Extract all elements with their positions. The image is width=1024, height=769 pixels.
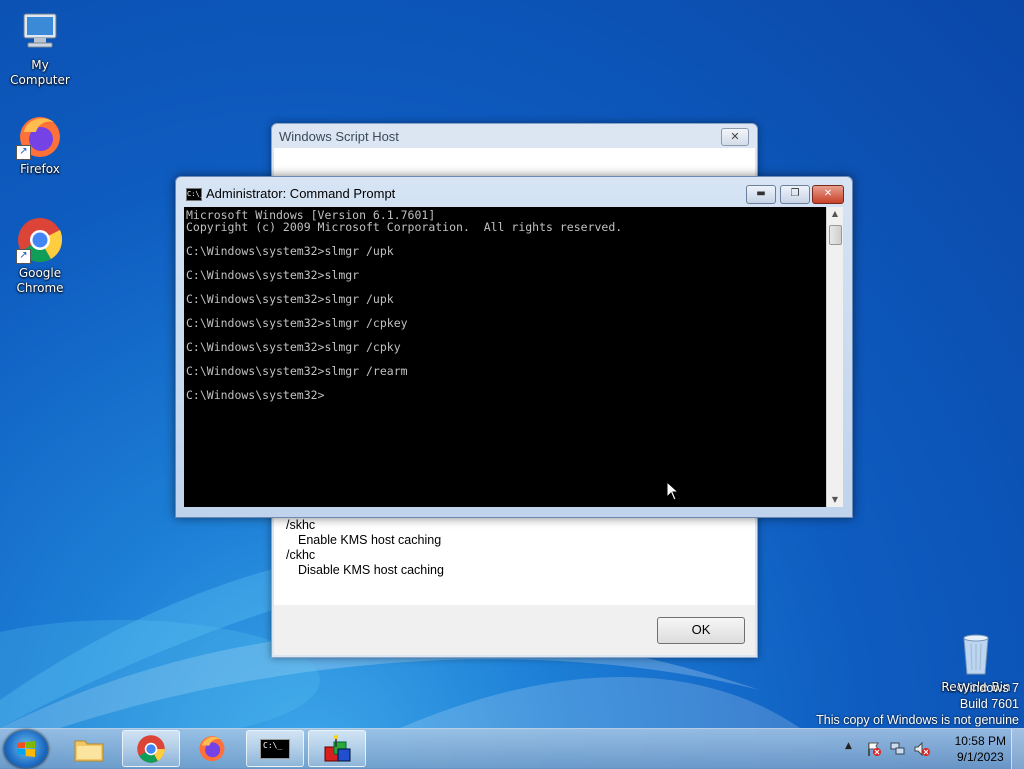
- taskbar-explorer-button[interactable]: [60, 730, 118, 767]
- clock-time: 10:58 PM: [954, 734, 1006, 748]
- desktop-icon-google-chrome[interactable]: ↗ Google Chrome: [0, 216, 80, 296]
- desktop-icon-my-computer[interactable]: My Computer: [0, 8, 80, 88]
- desktop-icon-firefox[interactable]: ↗ Firefox: [0, 112, 80, 177]
- folder-icon: [74, 740, 104, 762]
- cmd-icon: C:\_: [260, 739, 290, 759]
- desktop-icon-label: Firefox: [20, 162, 60, 176]
- dialog-footer: OK: [274, 605, 755, 655]
- watermark-line: Build 7601: [959, 697, 1019, 711]
- desktop-icon-label-line2: Chrome: [16, 281, 64, 295]
- shortcut-arrow-icon: ↗: [16, 145, 31, 160]
- scroll-up-arrow[interactable]: ▲: [827, 207, 843, 221]
- show-desktop-button[interactable]: [1011, 729, 1024, 769]
- shortcut-arrow-icon: ↗: [16, 249, 31, 264]
- close-button[interactable]: ✕: [812, 185, 844, 204]
- system-tray: ▲ 10:58 PM 9/1/2023: [824, 729, 1024, 769]
- clock-date: 9/1/2023: [956, 750, 1004, 764]
- scroll-down-arrow[interactable]: ▼: [827, 493, 843, 507]
- watermark-line: Windows 7: [957, 681, 1019, 695]
- firefox-icon: ↗: [16, 112, 64, 160]
- chrome-icon: [137, 735, 165, 763]
- console-scrollbar[interactable]: ▲ ▼: [826, 207, 843, 507]
- clock[interactable]: 10:58 PM 9/1/2023: [955, 733, 1006, 765]
- cmd-window-title: Administrator: Command Prompt: [206, 186, 396, 201]
- mouse-cursor-icon: [666, 481, 680, 501]
- command-prompt-window[interactable]: C:\_ Administrator: Command Prompt ▬ ❐ ✕…: [175, 176, 853, 518]
- desktop-icon-label-line1: Google: [18, 266, 62, 280]
- minimize-button[interactable]: ▬: [746, 185, 776, 204]
- script-host-icon: [324, 735, 351, 762]
- computer-icon: [16, 8, 64, 56]
- maximize-button[interactable]: ❐: [780, 185, 810, 204]
- message-line: Disable KMS host caching: [298, 563, 444, 577]
- taskbar-firefox-button[interactable]: [184, 730, 242, 767]
- ok-button[interactable]: OK: [657, 617, 745, 644]
- windows-logo-icon: [17, 741, 35, 757]
- taskbar-cmd-button[interactable]: C:\_: [246, 730, 304, 767]
- action-center-flag-icon[interactable]: [866, 741, 882, 757]
- firefox-icon: [199, 736, 225, 762]
- show-hidden-icons-button[interactable]: ▲: [845, 741, 852, 751]
- message-line: /skhc: [286, 518, 316, 532]
- desktop-icon-label: My Computer: [10, 58, 70, 87]
- dialog-title: Windows Script Host: [279, 129, 399, 144]
- dialog-message-text: /skhc Enable KMS host caching /ckhc Disa…: [286, 518, 444, 578]
- start-button[interactable]: [4, 730, 48, 768]
- windows-watermark: Windows 7 Build 7601 This copy of Window…: [816, 680, 1019, 728]
- taskbar: C:\_ ▲ 10:58 PM 9/1/2023: [0, 728, 1024, 769]
- network-icon[interactable]: [890, 741, 906, 757]
- watermark-line: This copy of Windows is not genuine: [816, 713, 1019, 727]
- taskbar-script-host-button[interactable]: [308, 730, 366, 767]
- cmd-window-icon: C:\_: [186, 188, 204, 201]
- recycle-bin-icon: [952, 630, 1000, 678]
- dialog-close-button[interactable]: ✕: [721, 128, 749, 146]
- message-line: Enable KMS host caching: [298, 533, 442, 547]
- scroll-thumb[interactable]: [829, 225, 842, 245]
- volume-muted-icon[interactable]: [914, 741, 930, 757]
- taskbar-chrome-button[interactable]: [122, 730, 180, 767]
- chrome-icon: ↗: [16, 216, 64, 264]
- message-line: /ckhc: [286, 548, 316, 562]
- console-output[interactable]: Microsoft Windows [Version 6.1.7601] Cop…: [184, 207, 826, 507]
